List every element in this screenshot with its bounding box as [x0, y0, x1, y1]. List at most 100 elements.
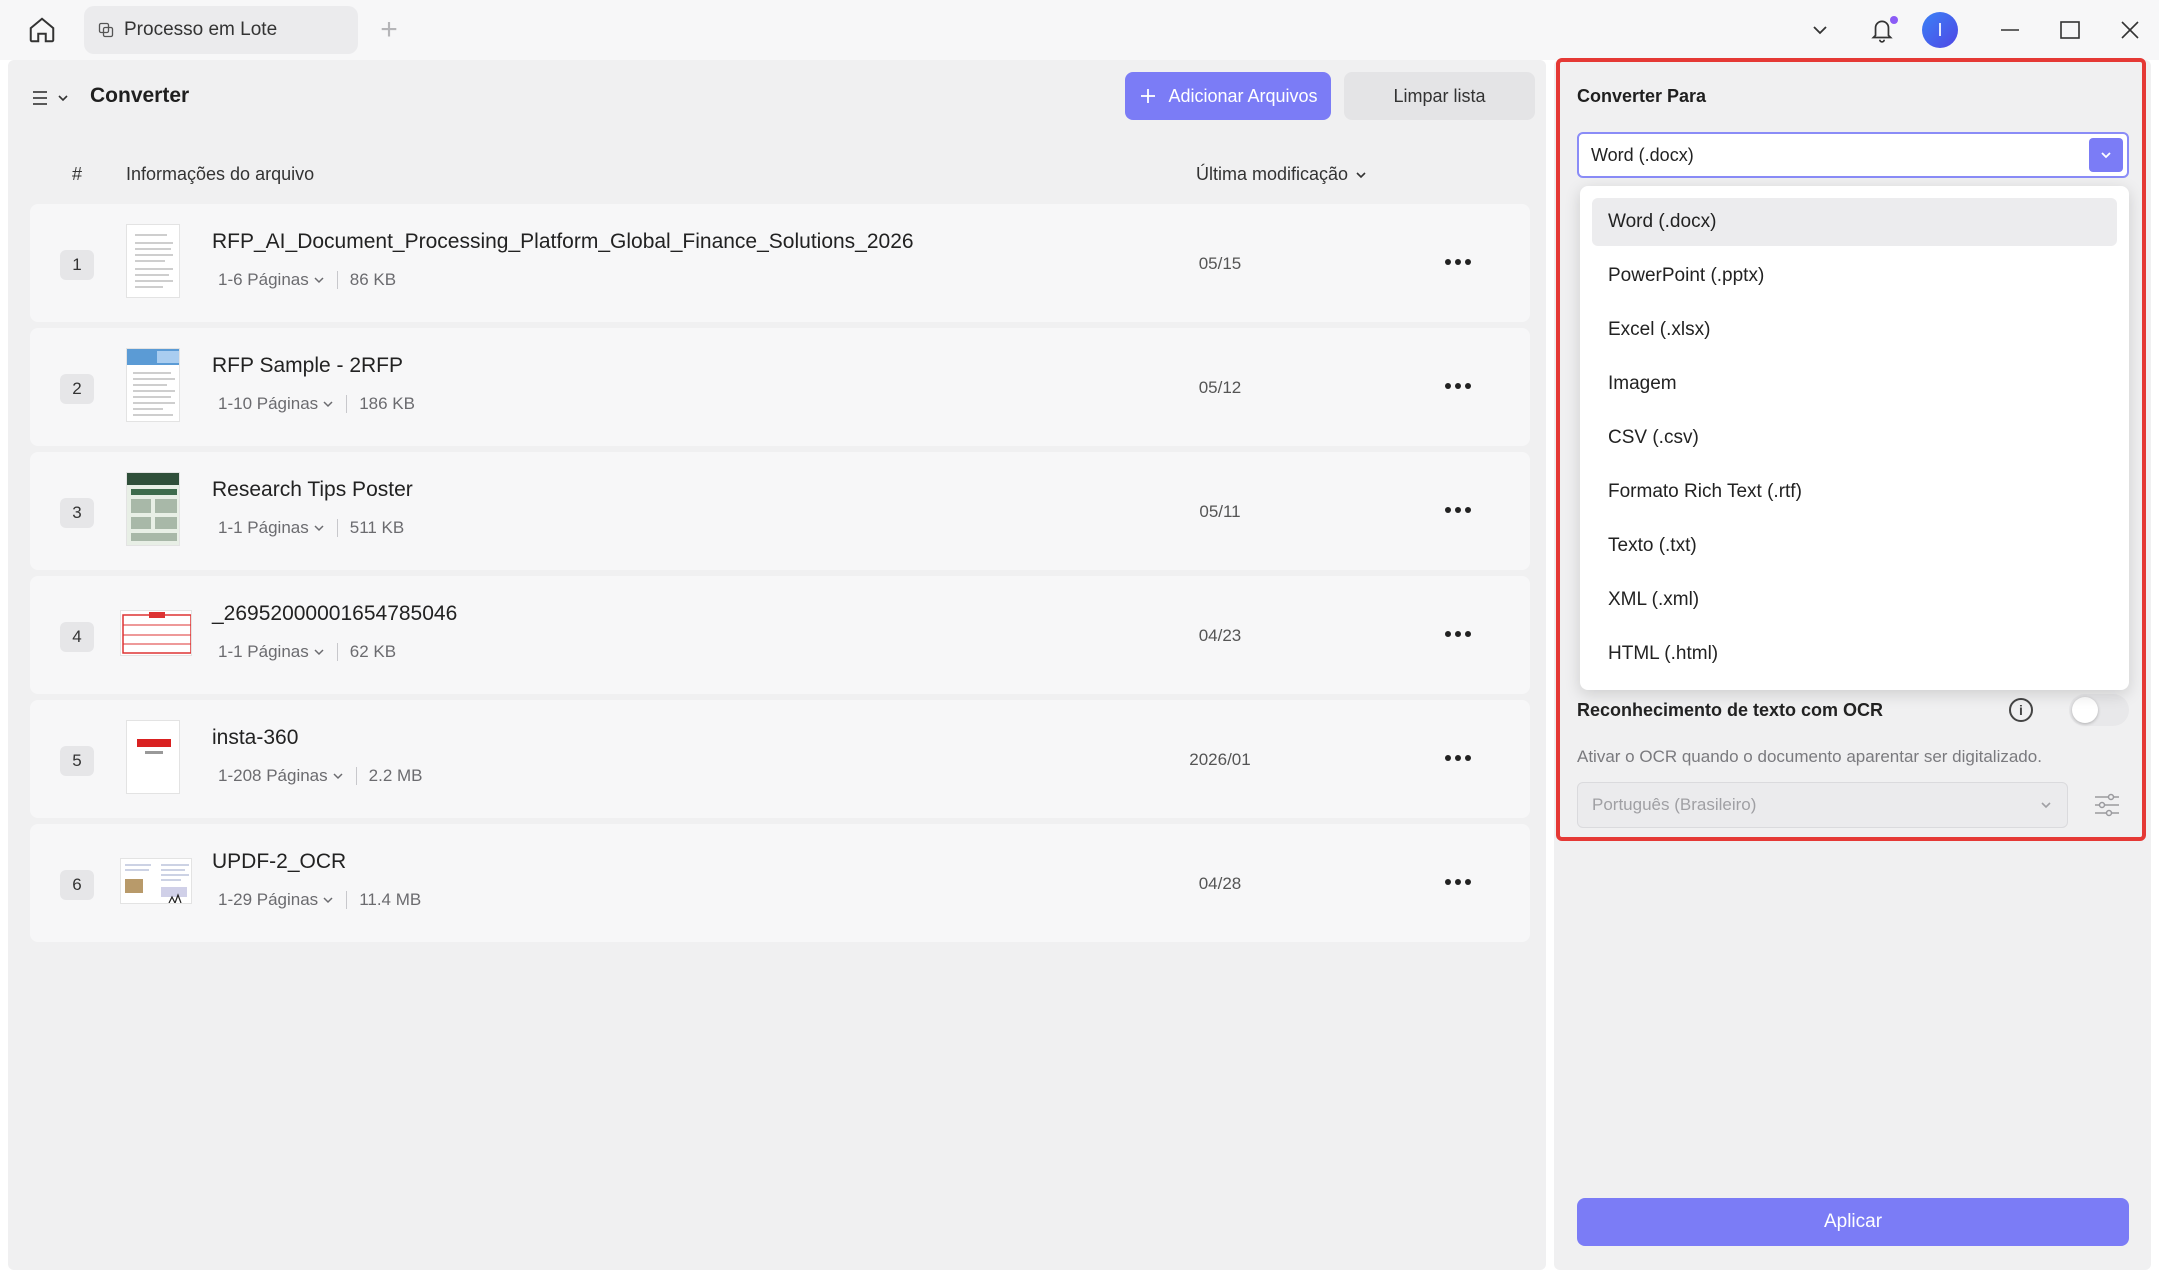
row-number: 4: [60, 622, 94, 652]
chevron-down-icon[interactable]: [1800, 8, 1840, 52]
table-row[interactable]: 1 RFP_AI_Document_Processing_Platform_Gl…: [30, 204, 1530, 322]
page-range-label: 1-10 Páginas: [218, 394, 319, 413]
file-name: Research Tips Poster: [212, 478, 413, 501]
page-title: Converter: [90, 84, 190, 107]
clear-list-button[interactable]: Limpar lista: [1344, 72, 1535, 120]
page-range-dropdown[interactable]: 1-29 Páginas: [218, 890, 334, 910]
hamburger-icon: [33, 91, 47, 105]
row-number: 3: [60, 498, 94, 528]
ocr-hint: Ativar o OCR quando o documento aparenta…: [1577, 747, 2042, 766]
notification-dot: [1890, 16, 1898, 24]
file-name: insta-360: [212, 726, 299, 749]
more-options-icon[interactable]: [1436, 244, 1480, 280]
chevron-down-icon: [2039, 797, 2053, 817]
chevron-down-icon: [323, 897, 333, 904]
page-range-label: 1-6 Páginas: [218, 270, 309, 289]
format-option-powerpoint[interactable]: PowerPoint (.pptx): [1592, 252, 2117, 300]
chevron-down-icon: [314, 649, 324, 656]
file-meta: 1-1 Páginas 511 KB: [218, 518, 404, 538]
ocr-language-select[interactable]: Português (Brasileiro): [1577, 782, 2068, 828]
file-thumbnail: [120, 858, 192, 904]
more-options-icon[interactable]: [1436, 740, 1480, 776]
chevron-down-icon[interactable]: [2089, 138, 2123, 172]
file-rows: 1 RFP_AI_Document_Processing_Platform_Gl…: [30, 204, 1530, 948]
format-option-word[interactable]: Word (.docx): [1592, 198, 2117, 246]
row-number: 1: [60, 250, 94, 280]
notification-bell-icon[interactable]: [1860, 8, 1904, 52]
convert-to-title: Converter Para: [1577, 86, 1707, 106]
file-date: 04/28: [1198, 874, 1242, 893]
format-option-excel[interactable]: Excel (.xlsx): [1592, 306, 2117, 354]
chevron-down-icon: [323, 401, 333, 408]
file-meta: 1-1 Páginas 62 KB: [218, 642, 396, 662]
format-option-html[interactable]: HTML (.html): [1592, 630, 2117, 678]
page-range-dropdown[interactable]: 1-1 Páginas: [218, 518, 325, 538]
format-option-csv[interactable]: CSV (.csv): [1592, 414, 2117, 462]
more-options-icon[interactable]: [1436, 864, 1480, 900]
table-row[interactable]: 3 Research Tips Poster 1-1 Páginas 511 K…: [30, 452, 1530, 570]
divider: [346, 891, 348, 909]
more-options-icon[interactable]: [1436, 368, 1480, 404]
avatar-initial: I: [1922, 12, 1958, 48]
add-files-label: Adicionar Arquivos: [1168, 85, 1318, 106]
divider: [355, 767, 357, 785]
chevron-down-icon: [314, 525, 324, 532]
info-icon[interactable]: i: [2009, 698, 2033, 722]
close-icon[interactable]: [2108, 8, 2152, 52]
page-range-label: 1-1 Páginas: [218, 518, 309, 537]
file-size: 186 KB: [359, 394, 415, 413]
avatar[interactable]: I: [1918, 8, 1962, 52]
divider: [346, 395, 348, 413]
file-meta: 1-208 Páginas 2.2 MB: [218, 766, 423, 786]
new-tab-button[interactable]: +: [374, 13, 404, 46]
chevron-down-icon: [58, 95, 68, 102]
format-option-image[interactable]: Imagem: [1592, 360, 2117, 408]
format-select[interactable]: Word (.docx): [1577, 132, 2129, 178]
format-dropdown-menu: Word (.docx) PowerPoint (.pptx) Excel (.…: [1580, 186, 2129, 690]
divider: [336, 271, 338, 289]
table-row[interactable]: 6 UPDF-2_OCR 1-29 Páginas 11.4 MB 04/28: [30, 824, 1530, 942]
page-range-dropdown[interactable]: 1-1 Páginas: [218, 642, 325, 662]
title-bar: Processo em Lote + I: [0, 0, 2159, 60]
apply-button[interactable]: Aplicar: [1577, 1198, 2129, 1246]
page-range-label: 1-29 Páginas: [218, 890, 319, 909]
column-header-index: #: [72, 164, 83, 184]
row-number: 2: [60, 374, 94, 404]
table-row[interactable]: 2 RFP Sample - 2RFP 1-10 Páginas 186 KB …: [30, 328, 1530, 446]
divider: [336, 519, 338, 537]
ocr-toggle[interactable]: [2069, 694, 2129, 726]
file-thumbnail: [126, 472, 180, 546]
format-option-txt[interactable]: Texto (.txt): [1592, 522, 2117, 570]
file-thumbnail: [126, 348, 180, 422]
file-meta: 1-10 Páginas 186 KB: [218, 394, 415, 414]
format-option-rtf[interactable]: Formato Rich Text (.rtf): [1592, 468, 2117, 516]
page-range-dropdown[interactable]: 1-10 Páginas: [218, 394, 334, 414]
column-header-modified[interactable]: Última modificação: [1196, 164, 1368, 185]
file-list-panel: Converter Adicionar Arquivos Limpar list…: [8, 60, 1546, 1270]
page-range-dropdown[interactable]: 1-6 Páginas: [218, 270, 325, 290]
home-icon[interactable]: [22, 12, 62, 48]
maximize-icon[interactable]: [2048, 8, 2092, 52]
sort-chevron-icon: [1356, 171, 1366, 178]
batch-icon: [98, 22, 114, 38]
more-options-icon[interactable]: [1436, 492, 1480, 528]
ocr-settings-sliders-icon[interactable]: [2090, 788, 2124, 822]
toggle-knob: [2072, 697, 2098, 723]
file-size: 511 KB: [349, 518, 405, 537]
tab-label: Processo em Lote: [124, 19, 278, 40]
menu-button[interactable]: [30, 82, 70, 114]
divider: [336, 643, 338, 661]
chevron-down-icon: [333, 773, 343, 780]
tab-batch-process[interactable]: Processo em Lote: [84, 6, 358, 54]
format-select-value: Word (.docx): [1591, 144, 1694, 165]
add-files-button[interactable]: Adicionar Arquivos: [1125, 72, 1331, 120]
file-name: RFP Sample - 2RFP: [212, 354, 403, 377]
page-range-dropdown[interactable]: 1-208 Páginas: [218, 766, 344, 786]
file-date: 05/12: [1198, 378, 1242, 397]
table-row[interactable]: 4 _26952000001654785046 1-1 Páginas 62 K…: [30, 576, 1530, 694]
table-row[interactable]: 5 insta-360 1-208 Páginas 2.2 MB 2026/01: [30, 700, 1530, 818]
file-thumbnail: [126, 720, 180, 794]
format-option-xml[interactable]: XML (.xml): [1592, 576, 2117, 624]
more-options-icon[interactable]: [1436, 616, 1480, 652]
minimize-icon[interactable]: [1988, 8, 2032, 52]
